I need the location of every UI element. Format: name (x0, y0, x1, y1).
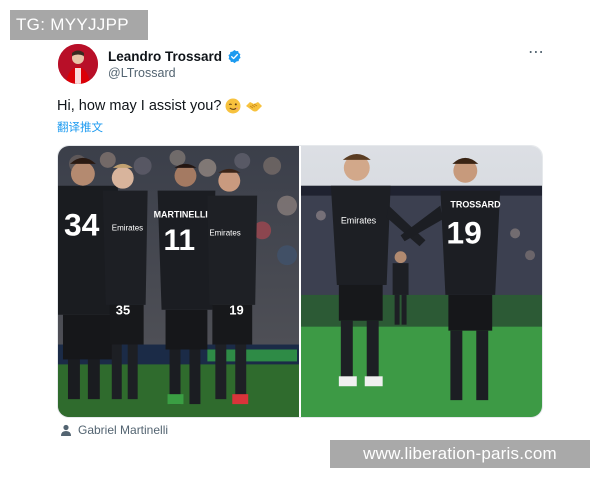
celebration-photo-left-image: 34 11 19 35 MARTINELLI Emirates Emirates (58, 146, 299, 417)
winking-face-emoji-icon (225, 98, 241, 114)
tg-overlay-label: TG: MYYJJPP (10, 10, 148, 40)
person-icon (60, 424, 72, 436)
celebration-photo-left[interactable]: 34 11 19 35 MARTINELLI Emirates Emirates (58, 146, 299, 417)
jersey-number-35: 35 (116, 303, 130, 318)
display-name[interactable]: Leandro Trossard (108, 49, 222, 64)
author-name-row: Leandro Trossard (108, 47, 242, 65)
jersey-number-19: 19 (446, 214, 481, 250)
tweet-media-grid: 34 11 19 35 MARTINELLI Emirates Emirates (57, 145, 543, 418)
jersey-name-trossard: TROSSARD (450, 200, 501, 210)
jersey-number-19: 19 (229, 303, 243, 318)
watermark-label: www.liberation-paris.com (330, 440, 590, 468)
tweet-text: Hi, how may I assist you? (57, 98, 222, 114)
jersey-number-34: 34 (64, 206, 100, 242)
user-handle[interactable]: @LTrossard (108, 66, 176, 80)
translate-tweet-link[interactable]: 翻译推文 (57, 119, 103, 135)
handshake-emoji-icon (245, 98, 263, 114)
jersey-number-11: 11 (164, 224, 196, 257)
avatar[interactable] (58, 44, 98, 84)
tagged-person-row[interactable]: Gabriel Martinelli (60, 423, 168, 437)
tweet-text-row: Hi, how may I assist you? (57, 98, 263, 114)
jersey-sponsor: Emirates (209, 228, 240, 237)
celebration-photo-right-image: 19 TROSSARD Emirates (301, 146, 542, 417)
avatar-image (58, 44, 98, 84)
tagged-person-name: Gabriel Martinelli (78, 423, 169, 437)
jersey-sponsor: Emirates (341, 215, 377, 225)
jersey-sponsor: Emirates (112, 223, 143, 232)
verified-badge-icon (227, 49, 242, 64)
jersey-name-martinelli: MARTINELLI (154, 209, 208, 219)
more-options-icon[interactable]: ⋯ (526, 45, 546, 61)
celebration-photo-right[interactable]: 19 TROSSARD Emirates (301, 146, 542, 417)
